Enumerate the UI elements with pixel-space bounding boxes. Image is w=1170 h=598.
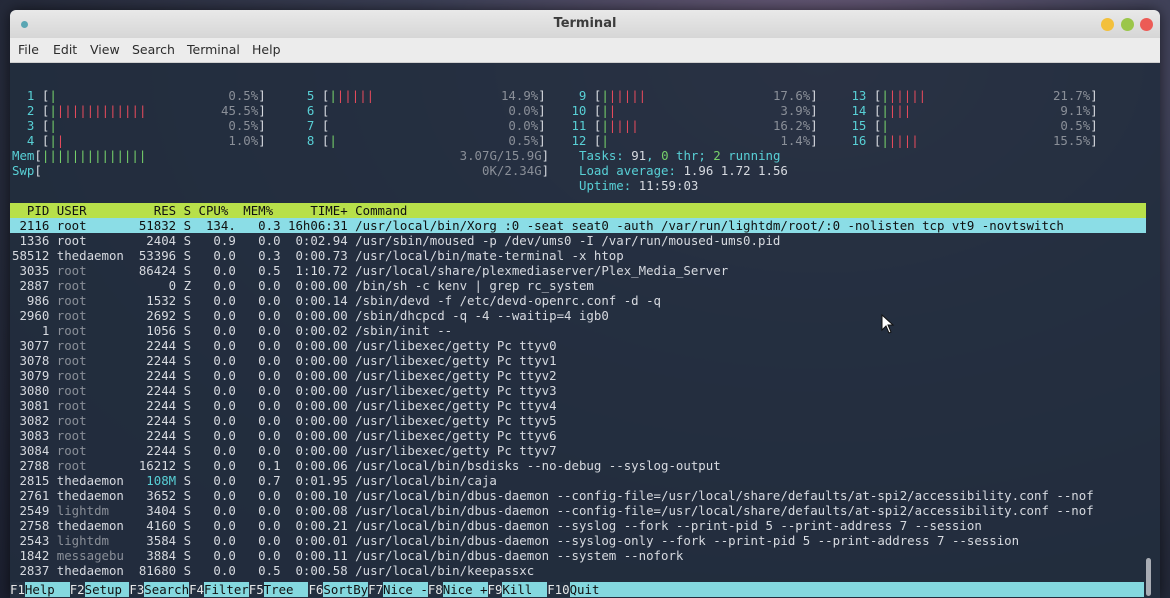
- cpu-meter-12: 12 [| 1.4%]: [564, 133, 818, 148]
- fkey-label[interactable]: Nice +: [442, 582, 488, 597]
- process-row[interactable]: 1 root 1056 S 0.0 0.0 0:00.02 /sbin/init…: [10, 323, 1146, 338]
- cpu-meter-16: 16 [||||| 15.5%]: [844, 133, 1098, 148]
- cpu-meter-14: 14 [|||| 9.1%]: [844, 103, 1098, 118]
- cpu-meter-6: 6 [ 0.0%]: [292, 103, 546, 118]
- process-row[interactable]: 2116 root 51832 S 134. 0.3 16h06:31 /usr…: [10, 218, 1146, 233]
- function-key-bar: F1Help F2Setup F3SearchF4FilterF5Tree F6…: [10, 582, 1144, 597]
- process-row[interactable]: 2837 thedaemon 81680 S 0.0 0.5 0:00.58 /…: [10, 563, 1146, 578]
- process-row[interactable]: 2543 lightdm 3584 S 0.0 0.0 0:00.01 /usr…: [10, 533, 1146, 548]
- minimize-button[interactable]: [1101, 18, 1114, 31]
- process-row[interactable]: 2761 thedaemon 3652 S 0.0 0.0 0:00.10 /u…: [10, 488, 1146, 503]
- cpu-meter-4: 4 [|| 1.0%]: [12, 133, 266, 148]
- process-row[interactable]: 2549 lightdm 3404 S 0.0 0.0 0:00.08 /usr…: [10, 503, 1146, 518]
- cpu-meter-9: 9 [|||||| 17.6%]: [564, 88, 818, 103]
- fkey-label[interactable]: Filter: [203, 582, 249, 597]
- process-row[interactable]: 3081 root 2244 S 0.0 0.0 0:00.00 /usr/li…: [10, 398, 1146, 413]
- fkey-label[interactable]: Tree: [263, 582, 309, 597]
- cpu-meter-10: 10 [|| 3.9%]: [564, 103, 818, 118]
- process-row[interactable]: 2758 thedaemon 4160 S 0.0 0.0 0:00.21 /u…: [10, 518, 1146, 533]
- cpu-meter-1: 1 [| 0.5%]: [12, 88, 266, 103]
- fkey-f3[interactable]: F3: [129, 582, 145, 597]
- mouse-pointer-icon: [881, 314, 895, 334]
- process-row[interactable]: 1842 messagebu 3884 S 0.0 0.0 0:00.11 /u…: [10, 548, 1146, 563]
- menu-help[interactable]: Help: [252, 42, 281, 57]
- process-row[interactable]: 3080 root 2244 S 0.0 0.0 0:00.00 /usr/li…: [10, 383, 1146, 398]
- process-row[interactable]: 3082 root 2244 S 0.0 0.0 0:00.00 /usr/li…: [10, 413, 1146, 428]
- cpu-meter-8: 8 [| 0.5%]: [292, 133, 546, 148]
- fkey-f10[interactable]: F10: [547, 582, 570, 597]
- menu-edit[interactable]: Edit: [53, 42, 77, 57]
- menu-search[interactable]: Search: [132, 42, 175, 57]
- terminal-window: Terminal File Edit View Search Terminal …: [10, 10, 1160, 598]
- fkey-f6[interactable]: F6: [308, 582, 324, 597]
- fkey-f9[interactable]: F9: [487, 582, 503, 597]
- fkey-f8[interactable]: F8: [427, 582, 443, 597]
- fkey-f7[interactable]: F7: [368, 582, 384, 597]
- cpu-meter-11: 11 [||||| 16.2%]: [564, 118, 818, 133]
- process-row[interactable]: 3035 root 86424 S 0.0 0.5 1:10.72 /usr/l…: [10, 263, 1146, 278]
- fkey-label[interactable]: Search: [144, 582, 190, 597]
- fkey-f5[interactable]: F5: [248, 582, 264, 597]
- cpu-meter-3: 3 [| 0.5%]: [12, 118, 266, 133]
- menu-terminal[interactable]: Terminal: [187, 42, 240, 57]
- maximize-button[interactable]: [1121, 18, 1134, 31]
- window-title: Terminal: [553, 16, 617, 31]
- process-row[interactable]: 3084 root 2244 S 0.0 0.0 0:00.00 /usr/li…: [10, 443, 1146, 458]
- fkey-label[interactable]: Nice -: [383, 582, 428, 597]
- cpu-meter-15: 15 [| 0.5%]: [844, 118, 1098, 133]
- fkey-f4[interactable]: F4: [189, 582, 204, 597]
- load-average: Load average: 1.96 1.72 1.56: [579, 163, 788, 178]
- scrollbar[interactable]: [1146, 558, 1151, 596]
- fkey-label[interactable]: Help: [24, 582, 70, 597]
- process-row[interactable]: 3079 root 2244 S 0.0 0.0 0:00.00 /usr/li…: [10, 368, 1146, 383]
- fkey-label[interactable]: SortBy: [323, 582, 369, 597]
- cpu-meter-2: 2 [||||||||||||| 45.5%]: [12, 103, 266, 118]
- menu-bar: File Edit View Search Terminal Help: [10, 38, 1160, 63]
- fkey-f1[interactable]: F1: [10, 582, 25, 597]
- cpu-meter-13: 13 [|||||| 21.7%]: [844, 88, 1098, 103]
- process-table-header: PID USER RES S CPU% MEM% TIME+ Command: [10, 203, 1146, 218]
- uptime: Uptime: 11:59:03: [579, 178, 699, 193]
- process-row[interactable]: 986 root 1532 S 0.0 0.0 0:00.14 /sbin/de…: [10, 293, 1146, 308]
- cpu-meter-7: 7 [ 0.0%]: [292, 118, 546, 133]
- fkey-label[interactable]: Kill: [502, 582, 548, 597]
- memory-meter: Mem[|||||||||||||| 3.07G/15.9G]: [12, 148, 550, 163]
- swap-meter: Swp[ 0K/2.34G]: [12, 163, 550, 178]
- process-row[interactable]: 2887 root 0 Z 0.0 0.0 0:00.00 /bin/sh -c…: [10, 278, 1146, 293]
- tasks-summary: Tasks: 91, 0 thr; 2 running: [579, 148, 781, 163]
- menu-file[interactable]: File: [18, 42, 39, 57]
- process-row[interactable]: 3083 root 2244 S 0.0 0.0 0:00.00 /usr/li…: [10, 428, 1146, 443]
- process-row[interactable]: 1336 root 2404 S 0.9 0.0 0:02.94 /usr/sb…: [10, 233, 1146, 248]
- process-row[interactable]: 3077 root 2244 S 0.0 0.0 0:00.00 /usr/li…: [10, 338, 1146, 353]
- process-row[interactable]: 2788 root 16212 S 0.0 0.1 0:00.06 /usr/l…: [10, 458, 1146, 473]
- htop-screen[interactable]: 1 [| 0.5%] 2 [||||||||||||| 45.5%] 3 [| …: [10, 63, 1160, 598]
- cpu-meter-5: 5 [|||||| 14.9%]: [292, 88, 546, 103]
- process-row[interactable]: 2960 root 2692 S 0.0 0.0 0:00.00 /sbin/d…: [10, 308, 1146, 323]
- process-row[interactable]: 3078 root 2244 S 0.0 0.0 0:00.00 /usr/li…: [10, 353, 1146, 368]
- menu-view[interactable]: View: [90, 42, 120, 57]
- title-bar: Terminal: [10, 10, 1160, 38]
- fkey-label[interactable]: Setup: [84, 582, 130, 597]
- fkey-label[interactable]: Quit: [569, 582, 600, 597]
- fkey-f2[interactable]: F2: [69, 582, 85, 597]
- process-row[interactable]: 2815 thedaemon 108M S 0.0 0.7 0:01.95 /u…: [10, 473, 1146, 488]
- process-row[interactable]: 58512 thedaemon 53396 S 0.0 0.3 0:00.73 …: [10, 248, 1146, 263]
- close-button[interactable]: [1140, 18, 1153, 31]
